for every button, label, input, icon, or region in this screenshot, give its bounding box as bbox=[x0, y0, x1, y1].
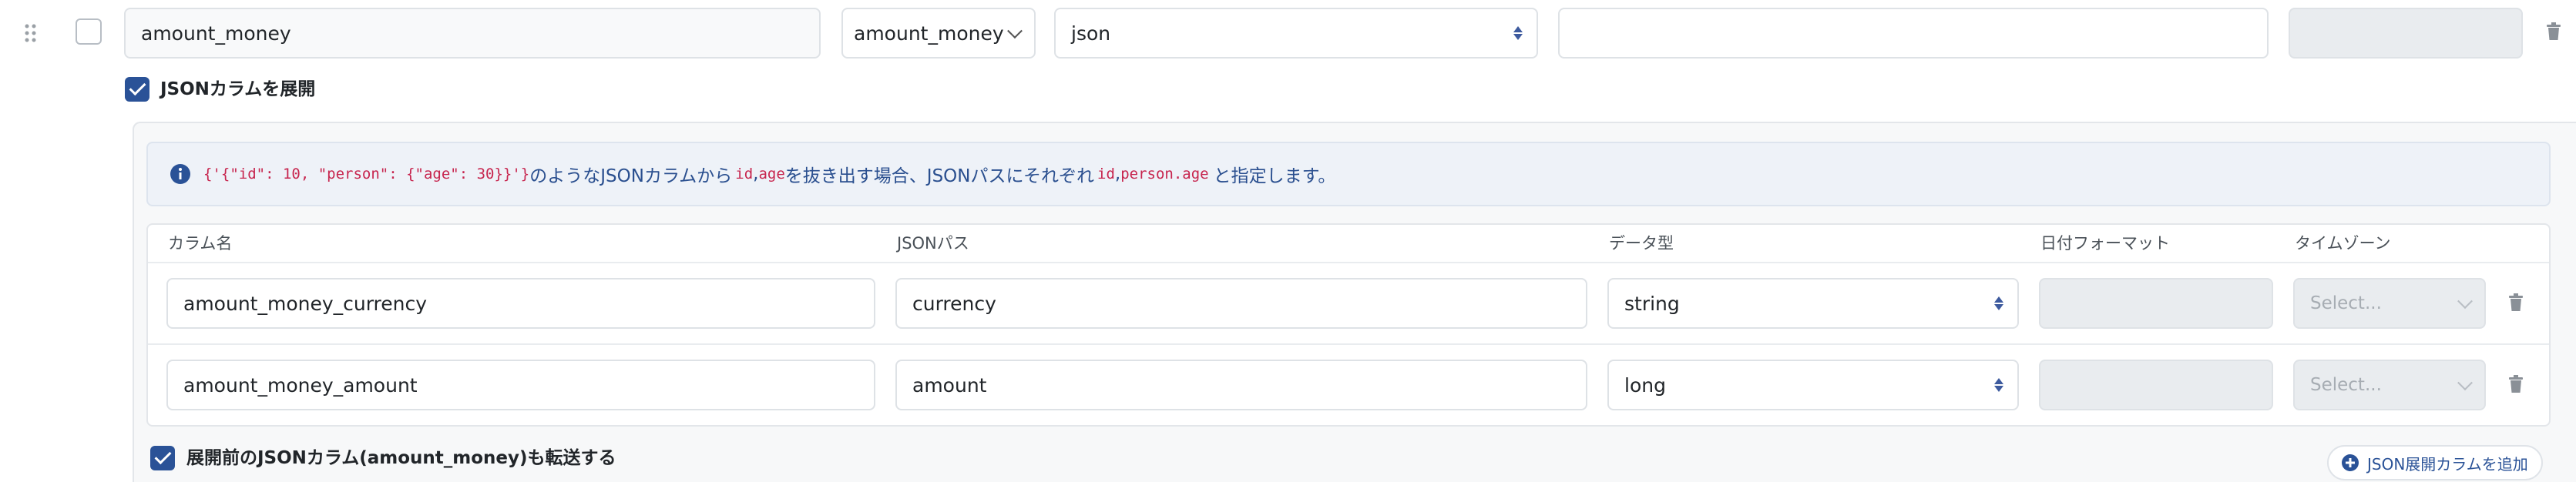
trash-icon[interactable] bbox=[2547, 22, 2561, 44]
row-2-path-input[interactable]: amount bbox=[895, 360, 1587, 410]
header-divider bbox=[148, 262, 2549, 263]
info-text-3: と指定します。 bbox=[1213, 166, 1336, 186]
info-alert: {'{"id": 10, "person": {"age": 30}}'} のよ… bbox=[146, 142, 2551, 206]
plus-circle-icon bbox=[2341, 454, 2359, 472]
row-1-path-input[interactable]: currency bbox=[895, 278, 1587, 329]
column-type-select[interactable]: json bbox=[1054, 8, 1538, 59]
expand-json-checkbox[interactable] bbox=[125, 77, 149, 102]
row-1-timezone-placeholder: Select... bbox=[2310, 293, 2382, 313]
row-2-name-value: amount_money_amount bbox=[183, 373, 418, 397]
row-2-type-value: long bbox=[1624, 373, 1666, 397]
row-1-path-value: currency bbox=[912, 292, 996, 315]
source-column-value: amount_money bbox=[854, 22, 1004, 45]
header-column-name: カラム名 bbox=[168, 234, 233, 253]
header-timezone: タイムゾーン bbox=[2295, 234, 2391, 253]
select-arrows-icon bbox=[1994, 296, 2003, 310]
trash-icon[interactable] bbox=[2509, 375, 2523, 397]
info-text-2: を抜き出す場合、JSONパスにそれぞれ bbox=[784, 166, 1095, 186]
header-data-type: データ型 bbox=[1609, 234, 1674, 253]
row-2-timezone-select: Select... bbox=[2293, 360, 2486, 410]
drag-handle-icon[interactable] bbox=[23, 22, 39, 45]
check-icon bbox=[154, 447, 171, 465]
info-code-id: id bbox=[735, 166, 754, 182]
source-column-select[interactable]: amount_money bbox=[841, 8, 1036, 59]
row-1-name-value: amount_money_currency bbox=[183, 292, 428, 315]
select-arrows-icon bbox=[1994, 378, 2003, 392]
add-json-column-label: JSON展開カラムを追加 bbox=[2367, 454, 2528, 474]
expand-json-label: JSONカラムを展開 bbox=[160, 79, 316, 99]
row-2-date-format-input bbox=[2039, 360, 2273, 410]
trash-icon[interactable] bbox=[2509, 293, 2523, 315]
chevron-down-icon bbox=[2457, 375, 2473, 391]
row-1-type-value: string bbox=[1624, 292, 1680, 315]
column-name-input[interactable]: amount_money bbox=[124, 8, 821, 59]
transfer-original-label: 展開前のJSONカラム(amount_money)も転送する bbox=[186, 448, 616, 468]
check-icon bbox=[129, 79, 146, 96]
info-example-code: {'{"id": 10, "person": {"age": 30}}'} bbox=[203, 166, 530, 182]
info-comma-1: , bbox=[753, 164, 759, 184]
info-code-age: age bbox=[758, 166, 785, 182]
info-code-person-age: person.age bbox=[1120, 166, 1209, 182]
info-icon bbox=[170, 163, 191, 185]
row-1-timezone-select: Select... bbox=[2293, 278, 2486, 329]
row-2-name-input[interactable]: amount_money_amount bbox=[166, 360, 875, 410]
column-option-input[interactable] bbox=[1558, 8, 2269, 59]
column-name-value: amount_money bbox=[141, 22, 291, 45]
row-1-date-format-input bbox=[2039, 278, 2273, 329]
row-select-checkbox[interactable] bbox=[76, 18, 102, 45]
select-arrows-icon bbox=[1513, 26, 1523, 40]
row-1-type-select[interactable]: string bbox=[1607, 278, 2019, 329]
info-text-1: のようなJSONカラムから bbox=[529, 166, 733, 186]
chevron-down-icon bbox=[2457, 293, 2473, 310]
chevron-down-icon bbox=[1007, 23, 1023, 39]
info-code-id-2: id bbox=[1097, 166, 1115, 182]
row-divider bbox=[148, 343, 2549, 345]
row-1-name-input[interactable]: amount_money_currency bbox=[166, 278, 875, 329]
row-2-path-value: amount bbox=[912, 373, 987, 397]
row-2-type-select[interactable]: long bbox=[1607, 360, 2019, 410]
header-date-format: 日付フォーマット bbox=[2040, 234, 2170, 253]
info-comma-2: , bbox=[1114, 164, 1121, 184]
add-json-column-button[interactable]: JSON展開カラムを追加 bbox=[2327, 445, 2543, 480]
header-json-path: JSONパス bbox=[897, 234, 969, 253]
transfer-original-checkbox[interactable] bbox=[150, 446, 175, 470]
column-type-value: json bbox=[1071, 22, 1111, 45]
row-2-timezone-placeholder: Select... bbox=[2310, 375, 2382, 395]
column-format-input bbox=[2289, 8, 2523, 59]
